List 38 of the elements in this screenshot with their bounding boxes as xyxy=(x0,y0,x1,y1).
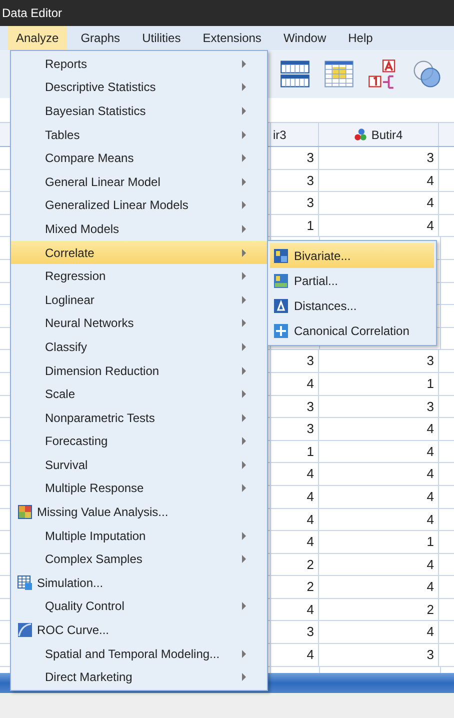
table-cell: 4 xyxy=(319,192,439,214)
table-cell: 1 xyxy=(271,214,319,236)
table-cell: 3 xyxy=(319,396,439,418)
table-cell: 4 xyxy=(319,440,439,462)
table-cell: 1 xyxy=(319,372,439,395)
table-cell: 2 xyxy=(319,598,439,620)
table-cell: 3 xyxy=(319,644,439,666)
table-cell: 4 xyxy=(271,598,319,620)
table-cell: 1 xyxy=(319,531,439,553)
table-cell: 3 xyxy=(271,621,319,644)
table-cell: 4 xyxy=(319,576,439,598)
table-cell: 3 xyxy=(271,350,319,372)
table-cell: 4 xyxy=(319,418,439,440)
column-title: Butir4 xyxy=(371,128,403,142)
table-cell: 2 xyxy=(271,576,319,598)
table-cell: 1 xyxy=(271,440,319,462)
window-title: Data Editor xyxy=(1,6,62,20)
table-cell: 2 xyxy=(271,554,319,576)
table-cell: 3 xyxy=(271,396,319,418)
table-cell: 3 xyxy=(271,170,319,192)
table-cell: 4 xyxy=(271,644,319,666)
table-cell: 3 xyxy=(271,418,319,440)
table-cell: 4 xyxy=(271,372,319,395)
table-cell: 4 xyxy=(319,486,439,508)
table-cell: 4 xyxy=(271,531,319,553)
table-cell: 3 xyxy=(271,147,319,169)
table-cell: 4 xyxy=(319,554,439,576)
table-cell: 4 xyxy=(319,508,439,530)
table-cell: 4 xyxy=(319,463,439,485)
table-cell: 3 xyxy=(319,350,439,372)
table-cell: 4 xyxy=(271,463,319,485)
table-cell: 4 xyxy=(319,621,439,644)
table-cell: 3 xyxy=(319,147,439,169)
table-cell: 4 xyxy=(271,508,319,530)
table-cell: 3 xyxy=(271,192,319,214)
table-cell: 4 xyxy=(319,170,439,192)
table-cell: 4 xyxy=(271,486,319,508)
table-cell: 4 xyxy=(319,214,439,236)
